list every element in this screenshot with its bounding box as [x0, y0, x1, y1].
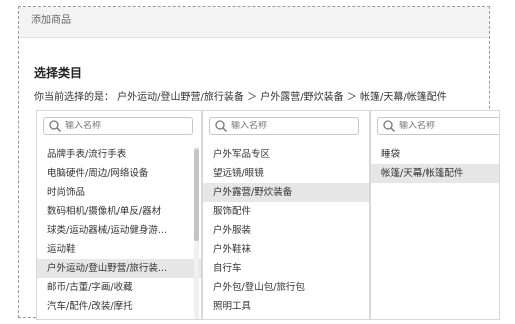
search-icon: [215, 120, 228, 133]
category-list: 睡袋 帐篷/天幕/帐篷配件: [371, 145, 499, 183]
list-item[interactable]: 照明工具: [203, 297, 369, 316]
category-column-level3: 睡袋 帐篷/天幕/帐篷配件: [370, 110, 500, 320]
list-item[interactable]: 户外军品专区: [203, 145, 369, 164]
category-column-level2: 户外军品专区 望远镜/眼镜 户外露营/野炊装备 服饰配件 户外服装 户外鞋袜 自…: [202, 110, 370, 320]
search-box[interactable]: [209, 117, 359, 135]
category-list: 品牌手表/流行手表 电脑硬件/周边/网络设备 时尚饰品 数码相机/摄像机/单反/…: [37, 145, 201, 316]
list-item-selected[interactable]: 户外露营/野炊装备: [203, 183, 369, 202]
search-input[interactable]: [65, 121, 185, 131]
list-item[interactable]: 汽车/配件/改装/摩托: [37, 297, 201, 316]
list-item-selected[interactable]: 户外运动/登山野营/旅行装...: [37, 259, 201, 278]
category-list: 户外军品专区 望远镜/眼镜 户外露营/野炊装备 服饰配件 户外服装 户外鞋袜 自…: [203, 145, 369, 316]
current-selection-path: 你当前选择的是： 户外运动/登山野营/旅行装备 ＞ 户外露营/野炊装备 ＞ 帐篷…: [34, 92, 447, 103]
category-columns: 品牌手表/流行手表 电脑硬件/周边/网络设备 时尚饰品 数码相机/摄像机/单反/…: [36, 110, 500, 320]
search-input[interactable]: [231, 121, 351, 131]
search-box[interactable]: [43, 117, 193, 135]
list-item[interactable]: 运动鞋: [37, 240, 201, 259]
list-item[interactable]: 望远镜/眼镜: [203, 164, 369, 183]
scrollbar[interactable]: [194, 147, 199, 319]
list-item[interactable]: 服饰配件: [203, 202, 369, 221]
list-item[interactable]: 品牌手表/流行手表: [37, 145, 201, 164]
search-icon: [49, 120, 62, 133]
scrollbar-thumb[interactable]: [194, 149, 199, 241]
search-icon: [383, 120, 396, 133]
list-item[interactable]: 数码相机/摄像机/单反/器材: [37, 202, 201, 221]
list-item[interactable]: 自行车: [203, 259, 369, 278]
list-item[interactable]: 睡袋: [371, 145, 499, 164]
list-item[interactable]: 户外服装: [203, 221, 369, 240]
list-item[interactable]: 时尚饰品: [37, 183, 201, 202]
list-item-selected[interactable]: 帐篷/天幕/帐篷配件: [371, 164, 499, 183]
search-box[interactable]: [377, 117, 499, 135]
list-item[interactable]: 邮币/古董/字画/收藏: [37, 278, 201, 297]
list-item[interactable]: 户外鞋袜: [203, 240, 369, 259]
section-title: 选择类目: [34, 66, 83, 80]
list-item[interactable]: 户外包/登山包/旅行包: [203, 278, 369, 297]
search-input[interactable]: [399, 121, 499, 131]
list-item[interactable]: 球类/运动器械/运动健身游...: [37, 221, 201, 240]
dialog-title: 添加商品: [19, 7, 489, 38]
list-item[interactable]: 电脑硬件/周边/网络设备: [37, 164, 201, 183]
category-column-level1: 品牌手表/流行手表 电脑硬件/周边/网络设备 时尚饰品 数码相机/摄像机/单反/…: [36, 110, 202, 320]
